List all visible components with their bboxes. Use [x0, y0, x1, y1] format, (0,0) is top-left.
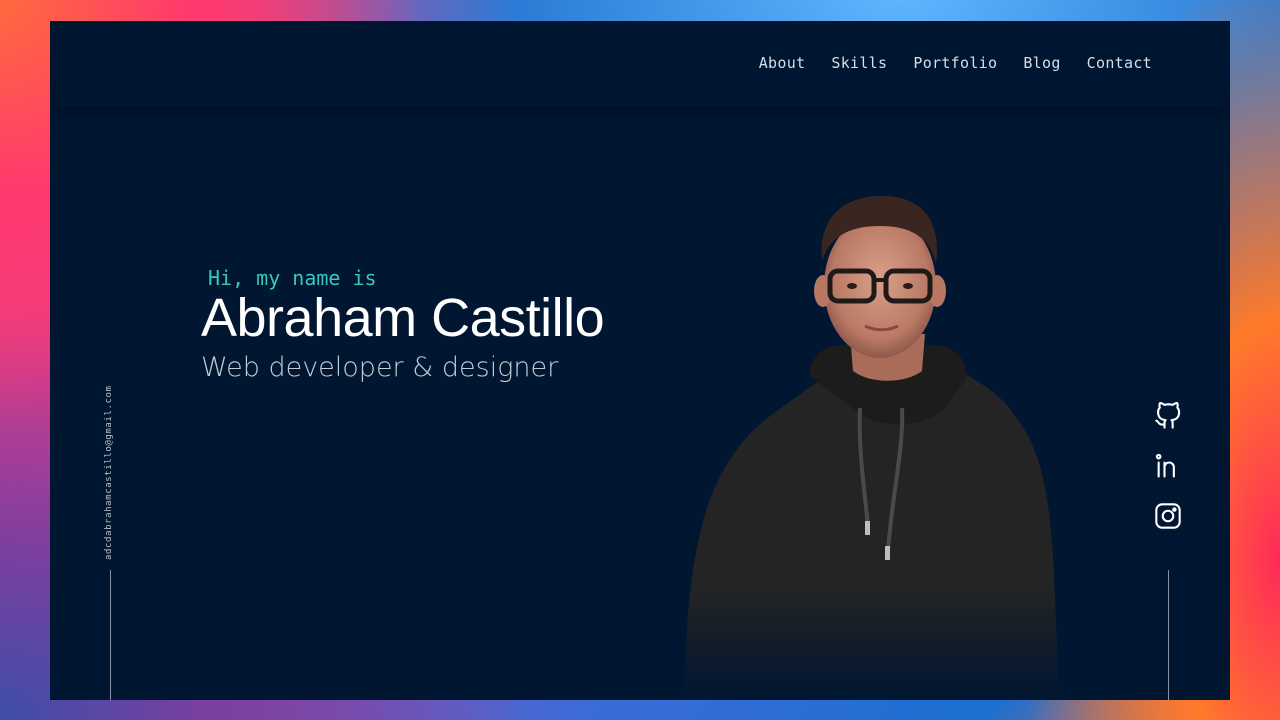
nav-portfolio[interactable]: Portfolio [913, 54, 997, 72]
nav-skills[interactable]: Skills [831, 54, 887, 72]
portfolio-window: About Skills Portfolio Blog Contact Hi, … [50, 21, 1230, 700]
github-icon[interactable] [1153, 401, 1183, 431]
nav-contact[interactable]: Contact [1087, 54, 1152, 72]
instagram-icon[interactable] [1153, 501, 1183, 531]
hero-role: Web developer & designer [201, 352, 559, 383]
profile-photo [660, 166, 1060, 700]
top-nav: About Skills Portfolio Blog Contact [50, 21, 1230, 107]
hero-name: Abraham Castillo [201, 288, 605, 348]
nav-about[interactable]: About [759, 54, 806, 72]
nav-menu: About Skills Portfolio Blog Contact [733, 54, 1152, 72]
social-divider [1168, 570, 1169, 700]
nav-blog[interactable]: Blog [1023, 54, 1060, 72]
email-divider [110, 570, 111, 700]
email-link[interactable]: adcdabrahamcastillo@gmail.com [102, 385, 116, 560]
linkedin-icon[interactable] [1153, 451, 1183, 481]
social-links [1153, 401, 1183, 551]
